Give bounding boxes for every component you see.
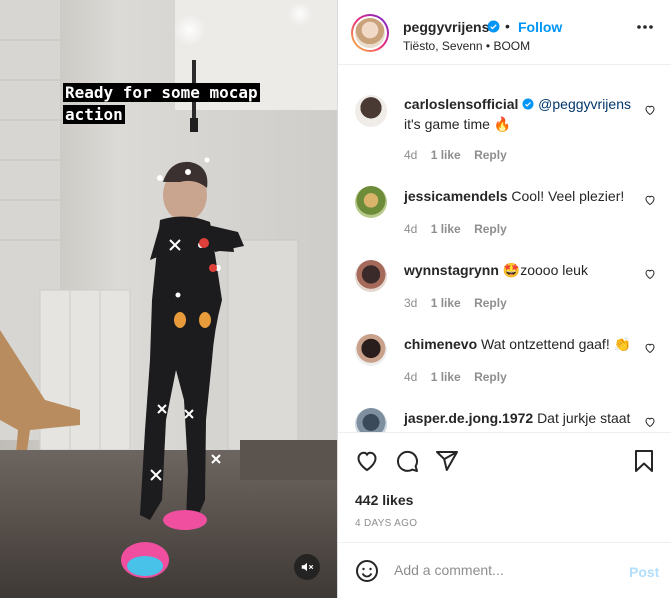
like-comment-heart-icon[interactable]: [644, 104, 656, 116]
comment-body: Dat jurkje staat: [537, 410, 631, 426]
comment-username[interactable]: jessicamendels: [404, 188, 508, 204]
header-separator: •: [505, 18, 510, 34]
author-avatar[interactable]: [351, 14, 389, 52]
comment-username[interactable]: wynnstagrynn: [404, 262, 499, 278]
comment-text: wynnstagrynn 🤩zoooo leuk: [404, 260, 634, 280]
like-count[interactable]: 442 likes: [355, 492, 413, 508]
commenter-avatar[interactable]: [355, 95, 387, 127]
comment-age[interactable]: 4d: [404, 370, 417, 384]
author-username[interactable]: peggyvrijens: [403, 19, 489, 35]
speaker-muted-icon: [301, 562, 314, 572]
reply-button[interactable]: Reply: [474, 296, 507, 310]
comment-text: jasper.de.jong.1972 Dat jurkje staat: [404, 408, 634, 428]
post-comment-button[interactable]: Post: [629, 564, 659, 580]
comment-text: carloslensofficial @peggyvrijens it's ga…: [404, 94, 634, 134]
post-date[interactable]: 4 DAYS AGO: [355, 518, 417, 529]
emoji-smiley-icon[interactable]: [355, 559, 379, 583]
like-heart-icon[interactable]: [355, 449, 379, 473]
reply-button[interactable]: Reply: [474, 370, 507, 384]
comment-meta: 3d 1 like Reply: [404, 296, 517, 310]
like-comment-heart-icon[interactable]: [644, 342, 656, 354]
comment-meta: 4d 1 like Reply: [404, 222, 517, 236]
post-side-panel: peggyvrijens • Follow Tiësto, Sevenn • B…: [337, 0, 671, 598]
comment-like-count[interactable]: 1 like: [431, 148, 461, 162]
comment-text: chimenevo Wat ontzettend gaaf! 👏: [404, 334, 634, 354]
like-comment-heart-icon[interactable]: [644, 268, 656, 280]
comment-body: Wat ontzettend gaaf! 👏: [481, 336, 632, 352]
post-actions: 442 likes 4 DAYS AGO: [338, 432, 671, 542]
mute-button[interactable]: [294, 554, 320, 580]
add-comment-bar: Post: [338, 542, 671, 598]
more-options-icon[interactable]: [636, 24, 654, 30]
follow-button[interactable]: Follow: [518, 19, 562, 35]
post-video[interactable]: Ready for some mocap action: [0, 0, 337, 598]
comment-like-count[interactable]: 1 like: [431, 296, 461, 310]
comment-body: Cool! Veel plezier!: [511, 188, 625, 204]
comment-body: it's game time 🔥: [404, 116, 512, 132]
reply-button[interactable]: Reply: [474, 222, 507, 236]
comment-username[interactable]: carloslensofficial: [404, 96, 518, 112]
commenter-avatar[interactable]: [355, 260, 387, 292]
comment-like-count[interactable]: 1 like: [431, 370, 461, 384]
comment-body: 🤩zoooo leuk: [502, 262, 588, 278]
comment-meta: 4d 1 like Reply: [404, 148, 517, 162]
post-modal: Ready for some mocap action peggyvrijens…: [0, 0, 671, 598]
post-header: peggyvrijens • Follow Tiësto, Sevenn • B…: [338, 0, 671, 65]
video-caption: Ready for some mocap action: [63, 82, 303, 126]
comment-age[interactable]: 3d: [404, 296, 417, 310]
save-bookmark-icon[interactable]: [633, 449, 655, 473]
comment-username[interactable]: chimenevo: [404, 336, 477, 352]
comment-mention[interactable]: @peggyvrijens: [538, 96, 631, 112]
audio-track-link[interactable]: Tiësto, Sevenn • BOOM: [403, 39, 530, 53]
comment-bubble-icon[interactable]: [395, 449, 419, 473]
comments-list[interactable]: carloslensofficial @peggyvrijens it's ga…: [338, 66, 671, 432]
like-comment-heart-icon[interactable]: [644, 194, 656, 206]
commenter-avatar[interactable]: [355, 186, 387, 218]
share-paper-plane-icon[interactable]: [435, 449, 459, 473]
comment-input[interactable]: [394, 562, 614, 578]
verified-badge-icon: [487, 20, 500, 33]
comment-age[interactable]: 4d: [404, 148, 417, 162]
comment-username[interactable]: jasper.de.jong.1972: [404, 410, 533, 426]
comment-text: jessicamendels Cool! Veel plezier!: [404, 186, 634, 206]
caption-line-1: Ready for some mocap: [63, 83, 260, 102]
comment-like-count[interactable]: 1 like: [431, 222, 461, 236]
comment-age[interactable]: 4d: [404, 222, 417, 236]
comment-meta: 4d 1 like Reply: [404, 370, 517, 384]
verified-badge-icon: [522, 98, 534, 110]
commenter-avatar[interactable]: [355, 408, 387, 432]
like-comment-heart-icon[interactable]: [644, 416, 656, 428]
caption-line-2: action: [63, 105, 125, 124]
commenter-avatar[interactable]: [355, 334, 387, 366]
reply-button[interactable]: Reply: [474, 148, 507, 162]
